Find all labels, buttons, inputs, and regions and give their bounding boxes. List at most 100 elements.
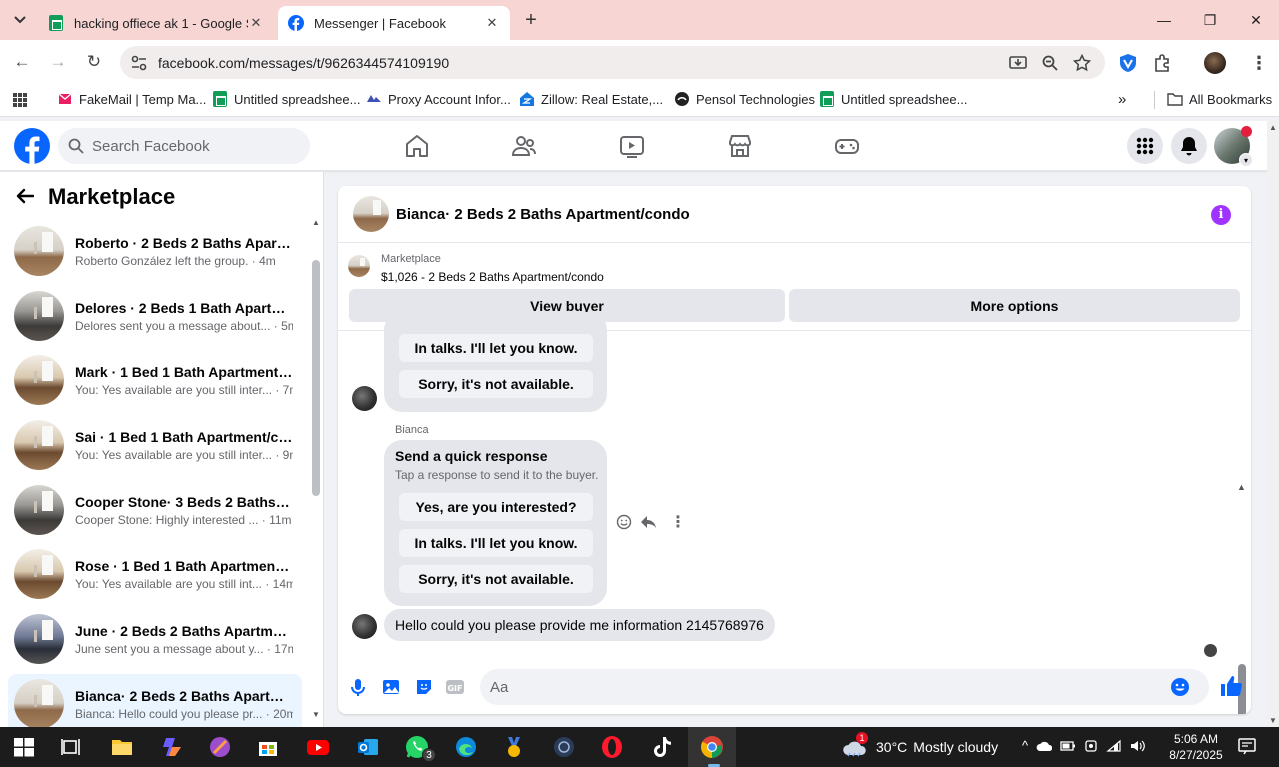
bookmark-star-icon[interactable] — [1073, 53, 1091, 72]
gif-icon[interactable]: GIF — [444, 676, 466, 698]
react-emoji-icon[interactable] — [616, 514, 632, 530]
rewards-medal-icon[interactable] — [502, 735, 526, 759]
browser-tab-sheets[interactable]: hacking offiece ak 1 - Google Sh ✕ — [38, 6, 274, 40]
chat-avatar[interactable] — [353, 196, 389, 232]
opera-icon[interactable] — [600, 735, 624, 759]
url-text[interactable]: facebook.com/messages/t/9626344574109190 — [158, 55, 1009, 71]
conversation-item[interactable]: Roberto · 2 Beds 2 Baths Apart... Robert… — [8, 221, 302, 281]
minimize-icon[interactable]: — — [1141, 0, 1187, 40]
scroll-thumb[interactable] — [312, 260, 320, 496]
new-tab-button[interactable]: + — [520, 9, 542, 32]
all-bookmarks-button[interactable]: All Bookmarks — [1167, 91, 1272, 107]
scroll-up-icon[interactable]: ▲ — [1237, 482, 1246, 492]
scroll-up-icon[interactable]: ▲ — [1269, 123, 1277, 132]
reply-icon[interactable] — [640, 514, 658, 530]
quick-response-button[interactable]: In talks. I'll let you know. — [399, 529, 593, 557]
more-bookmarks-icon[interactable]: » — [1118, 91, 1126, 108]
scroll-down-icon[interactable]: ▼ — [312, 710, 320, 719]
close-tab-icon[interactable]: ✕ — [248, 15, 264, 31]
extensions-puzzle-icon[interactable] — [1152, 53, 1172, 73]
message-bubble[interactable]: Hello could you please provide me inform… — [384, 609, 775, 641]
site-settings-icon[interactable] — [130, 54, 148, 72]
battery-charging-icon[interactable] — [1060, 739, 1076, 753]
quick-response-button[interactable]: Yes, are you interested? — [399, 493, 593, 521]
facebook-logo-icon[interactable] — [14, 128, 50, 164]
onedrive-cloud-icon[interactable] — [1036, 740, 1053, 752]
copilot-icon[interactable] — [160, 735, 184, 759]
video-icon[interactable] — [619, 133, 645, 159]
bookmark-spreadsheet-2[interactable]: Untitled spreadshee... — [819, 91, 967, 107]
chat-title[interactable]: Bianca· 2 Beds 2 Baths Apartment/condo — [396, 206, 690, 223]
notification-center-icon[interactable] — [1238, 737, 1256, 755]
gaming-icon[interactable] — [834, 133, 860, 159]
outlook-icon[interactable] — [356, 735, 380, 759]
install-app-icon[interactable] — [1009, 54, 1027, 72]
bookmark-fakemail[interactable]: FakeMail | Temp Ma... — [57, 91, 206, 107]
profile-avatar[interactable] — [1204, 52, 1226, 74]
tiktok-icon[interactable] — [650, 735, 674, 759]
menu-kebab-icon[interactable]: ⋮ — [1250, 53, 1268, 74]
restore-icon[interactable]: ❐ — [1187, 0, 1233, 40]
page-scrollbar[interactable]: ▲ ▼ — [1267, 121, 1279, 727]
conversation-item[interactable]: June · 2 Beds 2 Baths Apartmen... June s… — [8, 609, 302, 669]
account-avatar[interactable]: ▾ — [1214, 126, 1253, 167]
forward-arrow-icon[interactable]: → — [46, 51, 70, 75]
more-actions-icon[interactable]: ⋮ — [670, 512, 686, 532]
message-input-field[interactable] — [480, 669, 1209, 705]
buyer-avatar[interactable] — [352, 386, 377, 411]
more-options-button[interactable]: More options — [789, 289, 1240, 322]
listing-price[interactable]: $1,026 - 2 Beds 2 Baths Apartment/condo — [381, 270, 604, 284]
thumbs-up-icon[interactable] — [1219, 674, 1243, 698]
conversation-item[interactable]: Delores · 2 Beds 1 Bath Apartme... Delor… — [8, 286, 302, 346]
file-explorer-icon[interactable] — [110, 735, 134, 759]
sticker-icon[interactable] — [413, 676, 435, 698]
close-window-icon[interactable]: ✕ — [1233, 0, 1279, 40]
back-arrow-icon[interactable] — [16, 184, 35, 210]
emoji-icon[interactable] — [1170, 677, 1190, 697]
microphone-icon[interactable] — [347, 676, 369, 698]
bookmark-spreadsheet-1[interactable]: Untitled spreadshee... — [212, 91, 360, 107]
reload-icon[interactable]: ↻ — [82, 51, 106, 75]
vpn-shield-icon[interactable] — [1118, 53, 1138, 73]
conversation-item[interactable]: Sai · 1 Bed 1 Bath Apartment/co... You: … — [8, 415, 302, 475]
conversation-item[interactable]: Cooper Stone· 3 Beds 2 Baths A... Cooper… — [8, 480, 302, 540]
close-tab-icon[interactable]: ✕ — [484, 15, 500, 31]
tab-search-button[interactable] — [8, 8, 32, 32]
chrome-icon[interactable] — [700, 735, 724, 759]
scroll-up-icon[interactable]: ▲ — [312, 218, 320, 227]
bookmark-proxy-account[interactable]: Proxy Account Infor... — [366, 91, 511, 107]
scroll-down-icon[interactable]: ▼ — [1269, 716, 1277, 725]
microsoft-store-icon[interactable] — [256, 735, 280, 759]
conversation-item[interactable]: Mark · 1 Bed 1 Bath Apartment/... You: Y… — [8, 350, 302, 410]
facebook-search[interactable] — [58, 128, 310, 164]
buyer-avatar[interactable] — [352, 614, 377, 639]
info-icon[interactable]: i — [1211, 205, 1231, 225]
apps-grid-icon[interactable] — [12, 92, 28, 108]
volume-icon[interactable] — [1130, 739, 1146, 753]
notifications-button[interactable] — [1171, 128, 1207, 164]
app-icon[interactable] — [552, 735, 576, 759]
zoom-icon[interactable] — [1041, 54, 1059, 72]
whatsapp-button[interactable]: 3 — [404, 734, 436, 762]
photo-icon[interactable] — [380, 676, 402, 698]
bookmark-zillow[interactable]: Zillow: Real Estate,... — [519, 91, 663, 107]
quick-response-button[interactable]: Sorry, it's not available. — [399, 565, 593, 593]
conversation-item[interactable]: Rose · 1 Bed 1 Bath Apartment/c... You: … — [8, 544, 302, 604]
edge-browser-icon[interactable] — [454, 735, 478, 759]
browser-tab-messenger[interactable]: Messenger | Facebook ✕ — [278, 6, 510, 40]
weather-widget[interactable]: 1 30°C Mostly cloudy — [842, 732, 998, 757]
sidebar-scrollbar[interactable]: ▲ ▼ — [312, 216, 320, 719]
wifi-icon[interactable] — [1106, 739, 1122, 753]
message-input[interactable] — [490, 678, 1170, 696]
menu-grid-button[interactable] — [1127, 128, 1163, 164]
friends-icon[interactable] — [511, 133, 537, 159]
marketplace-icon[interactable] — [727, 133, 753, 159]
taskbar-clock[interactable]: 5:06 AM 8/27/2025 — [1166, 731, 1226, 763]
paint-app-icon[interactable] — [208, 735, 232, 759]
youtube-icon[interactable] — [306, 735, 330, 759]
quick-response-button[interactable]: Sorry, it's not available. — [399, 370, 593, 398]
quick-response-button[interactable]: In talks. I'll let you know. — [399, 334, 593, 362]
search-input[interactable] — [92, 137, 292, 155]
conversation-item-selected[interactable]: Bianca· 2 Beds 2 Baths Apartme... Bianca… — [8, 674, 302, 727]
chevron-up-icon[interactable]: ^ — [1022, 738, 1028, 753]
